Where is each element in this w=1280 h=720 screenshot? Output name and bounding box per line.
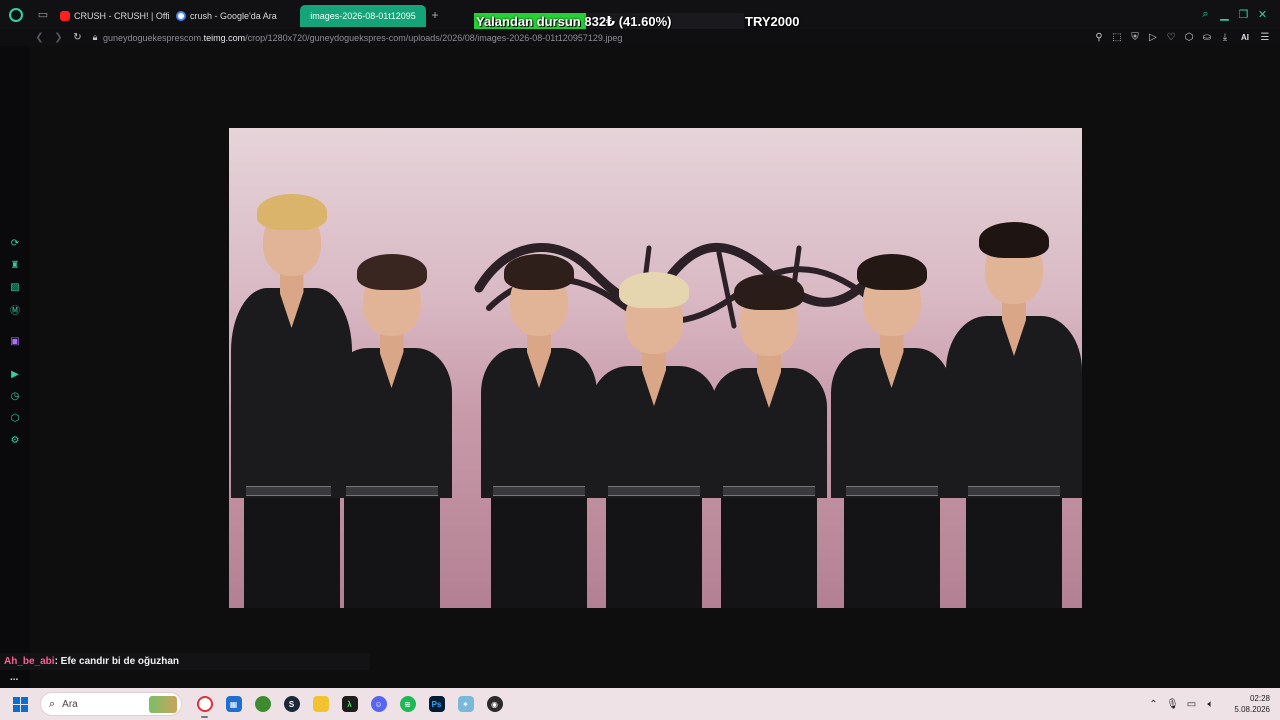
person-figure xyxy=(479,128,599,608)
clock-date: 5.08.2026 xyxy=(1234,705,1270,714)
chat-text: : Efe candır bi de oğuzhan xyxy=(54,656,180,667)
minimize-icon[interactable]: ▁ xyxy=(1215,0,1234,29)
snapshot-icon[interactable]: ⬚ xyxy=(1108,29,1126,46)
sidebar-history-icon[interactable]: ◷ xyxy=(8,389,22,403)
url-field[interactable]: guneydoguekesprescom.teimg.com/crop/1280… xyxy=(103,33,622,43)
goal-text: Yalandan dursun 832₺ (41.60%) xyxy=(476,13,672,29)
group-photo xyxy=(229,128,1082,608)
easy-setup-icon[interactable]: ☰ xyxy=(1256,29,1274,46)
clock-time: 02:28 xyxy=(1249,694,1270,703)
taskbar-discord-icon[interactable]: ☺ xyxy=(364,688,393,720)
chat-more: ... xyxy=(10,672,19,683)
back-icon[interactable]: ❮ xyxy=(30,29,49,46)
sidebar-ai-icon[interactable]: ♜ xyxy=(8,258,22,272)
taskbar-network-app-icon[interactable]: ✦ xyxy=(451,688,480,720)
url-prefix: guneydoguekesprescom. xyxy=(103,32,204,43)
tab-label: images-2026-08-01t12095 xyxy=(310,10,416,21)
windows-logo-icon xyxy=(12,696,28,712)
chat-username: Ah_be_abi xyxy=(4,656,55,667)
person-figure xyxy=(709,128,829,608)
taskbar-browser-icon[interactable] xyxy=(248,688,277,720)
stream-chat-message: Ah_be_abi : Efe candır bi de oğuzhan xyxy=(0,653,370,670)
tab-image-active[interactable]: images-2026-08-01t12095 xyxy=(300,4,426,27)
goal-target: TRY2000 xyxy=(745,14,800,29)
search-placeholder: Ara xyxy=(62,698,78,710)
sidebar-settings-icon[interactable]: ⚙ xyxy=(8,433,22,447)
window-controls: ⌕ ▁ ❐ ✕ xyxy=(1196,0,1280,29)
search-icon: ⌕ xyxy=(49,697,56,710)
url-host: teimg.com xyxy=(203,32,246,43)
restore-icon[interactable]: ❐ xyxy=(1234,0,1253,29)
lock-icon[interactable]: 🔒︎ xyxy=(87,32,103,43)
tab-label: CRUSH - CRUSH! | Official xyxy=(74,10,170,21)
address-bar-actions: ⚲ ⬚ ⛨ ▷ ♡ ⬡ ⛀ ⤓ AI ☰ xyxy=(1090,29,1280,46)
sidebar-workspace-icon[interactable]: ▨ xyxy=(8,280,22,294)
download-icon[interactable]: ⤓ xyxy=(1216,29,1234,46)
person-figure xyxy=(944,128,1082,608)
tab-crush-youtube[interactable]: CRUSH - CRUSH! | Official xyxy=(54,5,170,27)
sidebar: ⟳ ♜ ▨ Ⓜ ▣ ▶ ◷ ⬡ ⚙ xyxy=(0,46,30,688)
url-path: /crop/1280x720/guneydoguekspres-com/uplo… xyxy=(245,32,623,43)
tray-overflow-icon[interactable]: ⌃ xyxy=(1144,699,1163,710)
shield-icon[interactable]: ⛨ xyxy=(1126,29,1144,46)
search-tabs-icon[interactable]: ⌕ xyxy=(1196,0,1215,29)
search-highlight-icon xyxy=(149,696,177,713)
taskbar-clock[interactable]: 02:28 5.08.2026 xyxy=(1220,693,1270,715)
taskbar: ⌕ Ara ▦ S λ ☺ ≋ Ps ✦ ◉ ⌃ 🎙︎ ▭ 🔈︎ 02:28 5… xyxy=(0,688,1280,720)
wallet-icon[interactable]: ⛀ xyxy=(1198,29,1216,46)
taskbar-obs-icon[interactable]: ◉ xyxy=(480,688,509,720)
system-tray: ⌃ 🎙︎ ▭ 🔈︎ 02:28 5.08.2026 xyxy=(1144,688,1280,720)
google-icon xyxy=(176,10,186,21)
address-bar: ❮ ❯ ↻ 🔒︎ guneydoguekesprescom.teimg.com/… xyxy=(0,29,1280,46)
taskbar-search[interactable]: ⌕ Ara xyxy=(40,692,182,716)
taskbar-apps: ▦ S λ ☺ ≋ Ps ✦ ◉ xyxy=(190,688,509,720)
sidebar-flow-icon[interactable]: ⟳ xyxy=(8,236,22,250)
pin-icon[interactable]: ⚲ xyxy=(1090,29,1108,46)
heart-icon[interactable]: ♡ xyxy=(1162,29,1180,46)
tab-islands-icon[interactable]: ▭ xyxy=(32,0,54,29)
aria-ai-button[interactable]: AI xyxy=(1234,29,1256,46)
network-icon[interactable]: ▭ xyxy=(1182,699,1201,710)
person-figure xyxy=(329,128,454,608)
donation-goal-bar: Yalandan dursun 832₺ (41.60%) xyxy=(474,13,744,30)
play-icon[interactable]: ▷ xyxy=(1144,29,1162,46)
new-tab-button[interactable]: + xyxy=(426,8,444,22)
taskbar-steam-icon[interactable]: S xyxy=(277,688,306,720)
taskbar-store-icon[interactable]: ▦ xyxy=(219,688,248,720)
opera-menu-button[interactable] xyxy=(0,0,32,29)
sidebar-twitch-icon[interactable]: ▣ xyxy=(8,334,22,348)
image-viewer xyxy=(30,46,1280,688)
start-button[interactable] xyxy=(0,688,40,720)
taskbar-terminal-icon[interactable]: λ xyxy=(335,688,364,720)
microphone-icon[interactable]: 🎙︎ xyxy=(1163,699,1182,710)
opera-logo-icon xyxy=(9,7,23,22)
taskbar-photoshop-icon[interactable]: Ps xyxy=(422,688,451,720)
sidebar-extensions-icon[interactable]: ⬡ xyxy=(8,411,22,425)
tab-label: crush - Google'da Ara xyxy=(190,10,277,21)
sidebar-player-icon[interactable]: ▶ xyxy=(8,367,22,381)
forward-icon[interactable]: ❯ xyxy=(49,29,68,46)
taskbar-opera-icon[interactable] xyxy=(190,688,219,720)
close-icon[interactable]: ✕ xyxy=(1253,0,1272,29)
extensions-icon[interactable]: ⬡ xyxy=(1180,29,1198,46)
sidebar-messenger-icon[interactable]: Ⓜ xyxy=(8,302,22,317)
reload-icon[interactable]: ↻ xyxy=(68,29,87,46)
person-figure xyxy=(829,128,954,608)
taskbar-spotify-icon[interactable]: ≋ xyxy=(393,688,422,720)
taskbar-explorer-icon[interactable] xyxy=(306,688,335,720)
person-figure xyxy=(589,128,719,608)
volume-icon[interactable]: 🔈︎ xyxy=(1201,699,1220,710)
youtube-icon xyxy=(60,10,70,21)
tab-google-search[interactable]: crush - Google'da Ara xyxy=(170,5,294,27)
